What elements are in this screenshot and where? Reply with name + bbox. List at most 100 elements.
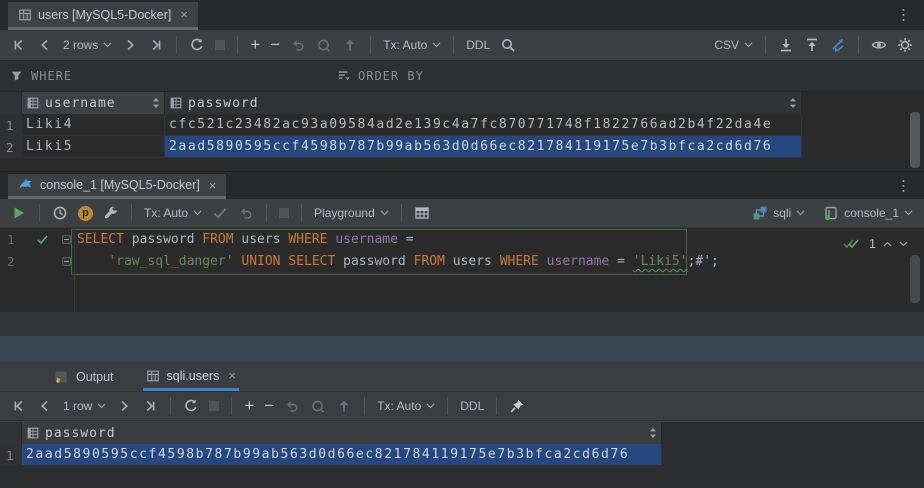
- separator: [266, 204, 267, 222]
- stop-button[interactable]: [204, 399, 224, 413]
- import-data-button[interactable]: [799, 35, 825, 55]
- last-page-button[interactable]: [143, 35, 169, 55]
- table-icon: [18, 8, 32, 22]
- settings-button[interactable]: [892, 35, 918, 55]
- pin-tab-button[interactable]: [504, 396, 530, 416]
- console-tabbar: console_1 [MySQL5-Docker] × ⋮: [0, 171, 924, 199]
- separator: [39, 204, 40, 222]
- cell-username[interactable]: Liki5: [22, 136, 165, 158]
- column-header-password[interactable]: password: [22, 422, 662, 444]
- session-selector[interactable]: console_1: [818, 203, 918, 223]
- chevron-down-icon: [380, 210, 389, 216]
- previous-page-button[interactable]: [32, 396, 58, 416]
- code-line-1[interactable]: SELECT password FROM users WHERE usernam…: [77, 229, 414, 251]
- where-filter-field[interactable]: WHERE: [0, 69, 72, 83]
- cell-username[interactable]: Liki4: [22, 114, 165, 136]
- export-format-selector[interactable]: CSV: [709, 36, 758, 54]
- parameters-button[interactable]: p: [73, 204, 98, 223]
- fold-marker-icon[interactable]: [62, 235, 71, 244]
- view-as-table-button[interactable]: [409, 203, 435, 223]
- schema-selector[interactable]: sqli: [747, 203, 810, 223]
- cell-password-selected[interactable]: 2aad5890595ccf4598b787b99ab563d0d66ec821…: [22, 444, 662, 466]
- code-line-2[interactable]: 'raw_sql_danger' UNION SELECT password F…: [77, 251, 719, 273]
- stop-button[interactable]: [274, 206, 294, 220]
- reload-button[interactable]: [184, 35, 210, 55]
- funnel-icon: [10, 69, 24, 83]
- separator: [237, 36, 238, 54]
- previous-page-button[interactable]: [32, 35, 58, 55]
- next-page-button[interactable]: [117, 35, 143, 55]
- find-changes-button[interactable]: [305, 396, 331, 416]
- submit-button[interactable]: [331, 396, 357, 416]
- submit-button[interactable]: [337, 35, 363, 55]
- rollback-button[interactable]: [233, 203, 259, 223]
- sort-toggle-icon[interactable]: [789, 97, 797, 109]
- sort-toggle-icon[interactable]: [649, 427, 657, 439]
- column-header-password[interactable]: password: [165, 92, 802, 114]
- tx-mode-label: Tx: Auto: [144, 206, 188, 220]
- page-size-selector[interactable]: 2 rows: [58, 36, 117, 54]
- sql-editor[interactable]: 1 2 SELECT password FROM users WHERE use…: [0, 228, 924, 312]
- first-page-button[interactable]: [6, 35, 32, 55]
- close-icon[interactable]: ×: [228, 368, 236, 383]
- separator: [301, 204, 302, 222]
- tx-mode-selector[interactable]: Tx: Auto: [372, 397, 440, 415]
- add-row-button[interactable]: +: [239, 397, 259, 415]
- page-size-selector[interactable]: 1 row: [58, 397, 111, 415]
- vertical-scrollbar[interactable]: [910, 112, 920, 168]
- reload-button[interactable]: [178, 396, 204, 416]
- order-by-filter-field[interactable]: ORDER BY: [337, 69, 424, 83]
- find-changes-button[interactable]: [311, 35, 337, 55]
- separator: [364, 397, 365, 415]
- export-data-button[interactable]: [773, 35, 799, 55]
- stop-button[interactable]: [210, 38, 230, 52]
- commit-button[interactable]: [207, 203, 233, 223]
- sort-toggle-icon[interactable]: [152, 97, 160, 109]
- eye-icon: [871, 37, 887, 53]
- delete-row-button[interactable]: −: [265, 36, 285, 54]
- more-options-icon[interactable]: ⋮: [891, 176, 916, 195]
- revert-button[interactable]: [285, 35, 311, 55]
- column-header-username[interactable]: username: [22, 92, 165, 114]
- chevron-up-icon[interactable]: [883, 241, 892, 247]
- execute-button[interactable]: [6, 203, 32, 223]
- history-button[interactable]: [47, 203, 73, 223]
- close-icon[interactable]: ×: [209, 178, 217, 193]
- chevron-down-icon[interactable]: [899, 241, 908, 247]
- tab-users-grid[interactable]: users [MySQL5-Docker] ×: [8, 2, 198, 30]
- view-options-button[interactable]: [866, 35, 892, 55]
- separator: [231, 397, 232, 415]
- row-number: 1: [0, 444, 22, 466]
- delete-row-button[interactable]: −: [259, 397, 279, 415]
- separator: [131, 204, 132, 222]
- tab-console[interactable]: console_1 [MySQL5-Docker] ×: [8, 174, 226, 199]
- fold-marker-icon[interactable]: [62, 257, 71, 266]
- more-options-icon[interactable]: ⋮: [891, 6, 916, 25]
- add-row-button[interactable]: +: [245, 36, 265, 54]
- ddl-button[interactable]: DDL: [461, 36, 495, 54]
- separator: [370, 36, 371, 54]
- first-page-button[interactable]: [6, 396, 32, 416]
- tab-result-grid[interactable]: sqli.users ×: [143, 363, 239, 391]
- cell-password-selected[interactable]: 2aad5890595ccf4598b787b99ab563d0d66ec821…: [165, 136, 802, 158]
- playground-mode-selector[interactable]: Playground: [309, 204, 394, 222]
- search-button[interactable]: [495, 35, 521, 55]
- undo-icon: [238, 205, 254, 221]
- column-header-label: password: [45, 426, 116, 441]
- last-page-button[interactable]: [137, 396, 163, 416]
- compare-button[interactable]: [825, 35, 851, 55]
- ddl-button[interactable]: DDL: [455, 397, 489, 415]
- minus-icon: −: [270, 38, 280, 52]
- next-page-button[interactable]: [111, 396, 137, 416]
- mysql-dolphin-icon: [18, 177, 34, 193]
- parameter-badge-icon: p: [78, 206, 93, 221]
- tx-mode-selector[interactable]: Tx: Auto: [378, 36, 446, 54]
- console-settings-button[interactable]: [98, 203, 124, 223]
- cell-password[interactable]: cfc521c23482ac93a09584ad2e139c4a7fc87077…: [165, 114, 802, 136]
- editor-scrollbar[interactable]: [910, 255, 920, 303]
- tx-mode-selector[interactable]: Tx: Auto: [139, 204, 207, 222]
- tab-output[interactable]: Output: [50, 363, 117, 391]
- pane-splitter[interactable]: [0, 336, 924, 361]
- revert-button[interactable]: [279, 396, 305, 416]
- close-icon[interactable]: ×: [180, 7, 188, 22]
